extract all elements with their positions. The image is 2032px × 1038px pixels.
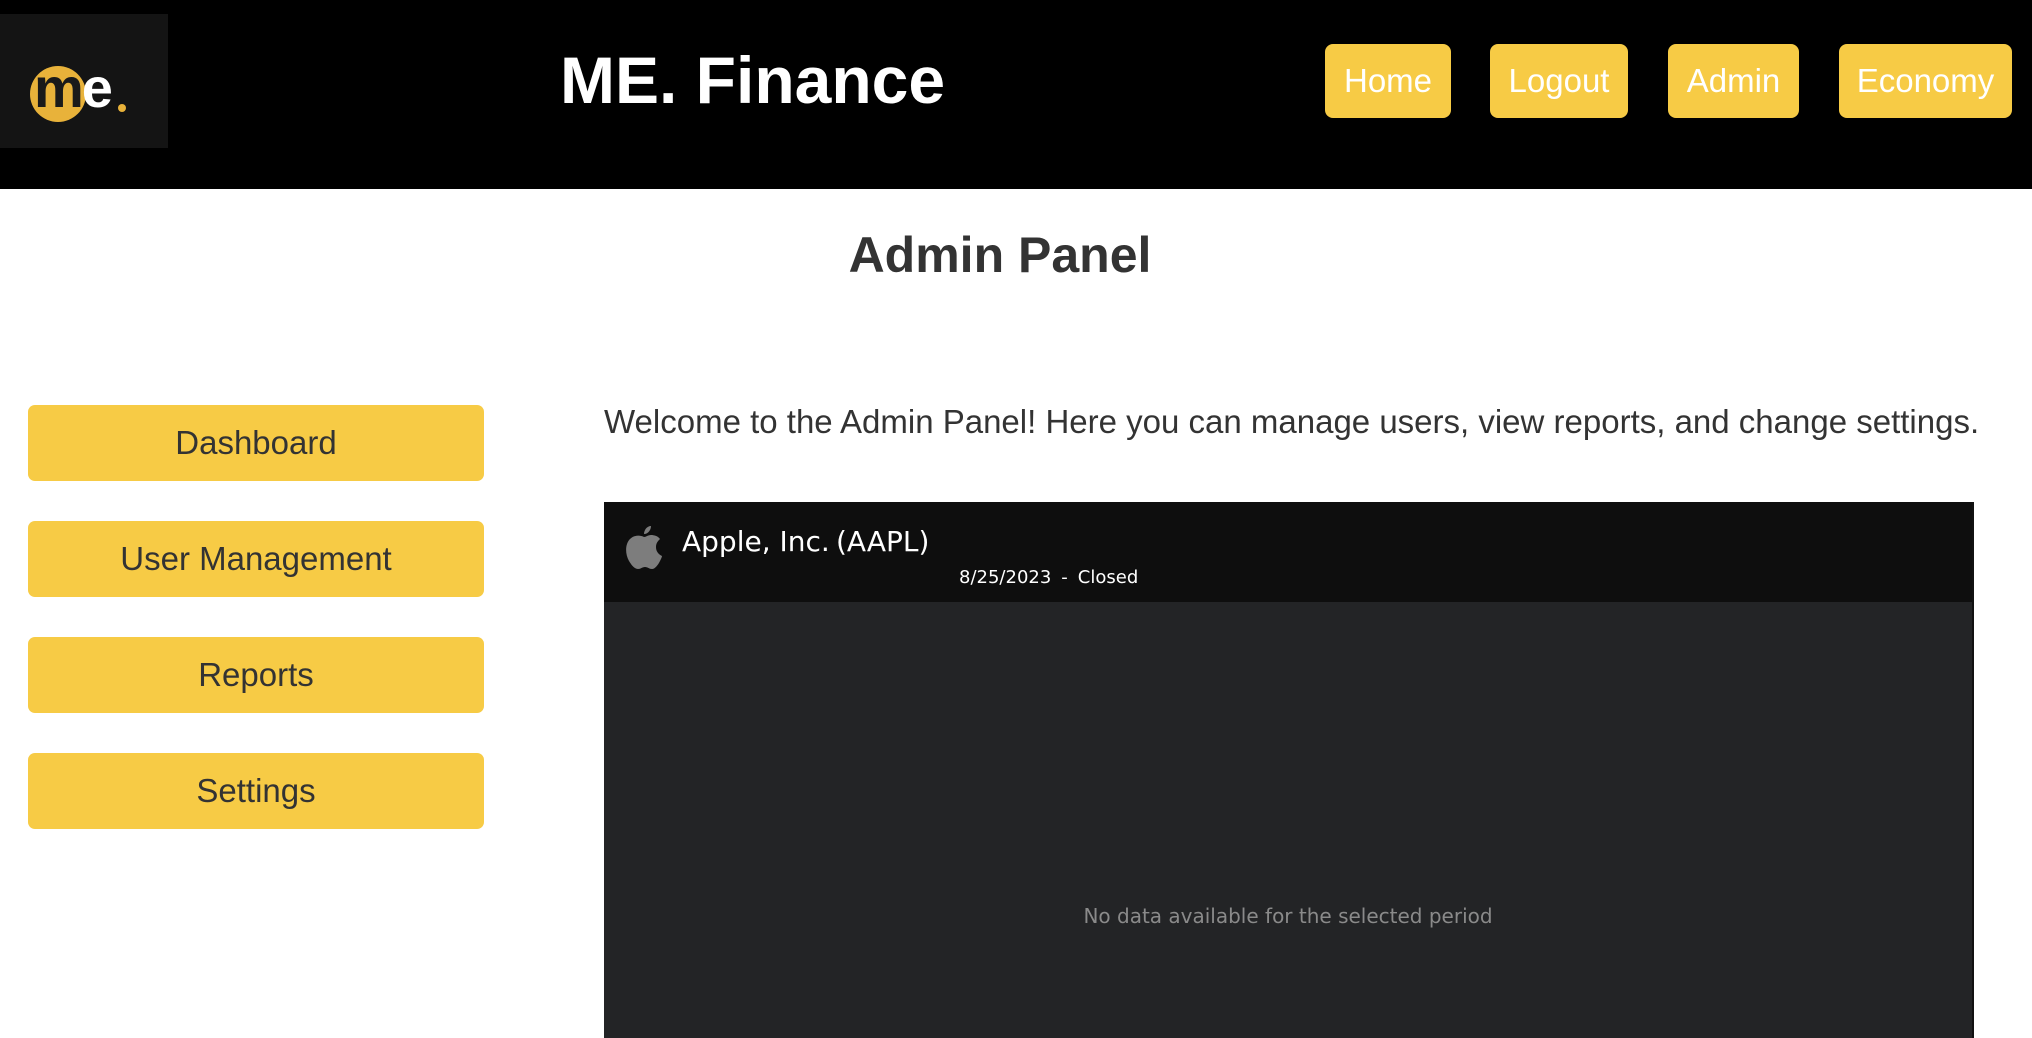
logo-text: me (34, 56, 113, 119)
site-title: ME. Finance (560, 43, 946, 117)
market-status-line: 8/25/2023- Closed (959, 566, 1138, 590)
logo-letter-e: e (81, 56, 113, 119)
sidebar-item-dashboard[interactable]: Dashboard (28, 405, 484, 481)
nav-home-button[interactable]: Home (1325, 44, 1451, 118)
logo-letter-m: m (34, 56, 84, 119)
sidebar-item-user-management[interactable]: User Management (28, 521, 484, 597)
nav-admin-button[interactable]: Admin (1668, 44, 1799, 118)
logo-mark: me (30, 58, 130, 124)
site-header: me ME. Finance Home Logout Admin Economy (0, 0, 2032, 189)
nav-economy-button[interactable]: Economy (1839, 44, 2012, 118)
logo[interactable]: me (0, 14, 168, 148)
empty-chart-message: No data available for the selected perio… (1083, 904, 1493, 928)
company-name: Apple, Inc. (682, 525, 830, 558)
apple-logo-icon (626, 526, 662, 569)
page-title: Admin Panel (848, 227, 1152, 283)
stock-widget: Apple, Inc. (AAPL) 8/25/2023- Closed No d… (604, 502, 1974, 1038)
sidebar-item-reports[interactable]: Reports (28, 637, 484, 713)
logo-dot (118, 104, 126, 112)
status-separator: - (1061, 567, 1068, 588)
sidebar-item-settings[interactable]: Settings (28, 753, 484, 829)
quote-date: 8/25/2023 (959, 567, 1052, 588)
welcome-text: Welcome to the Admin Panel! Here you can… (604, 403, 1980, 440)
market-status: Closed (1077, 567, 1139, 588)
ticker-symbol: (AAPL) (836, 525, 930, 558)
nav-logout-button[interactable]: Logout (1490, 44, 1628, 118)
stock-widget-header: Apple, Inc. (AAPL) 8/25/2023- Closed (604, 502, 1972, 602)
